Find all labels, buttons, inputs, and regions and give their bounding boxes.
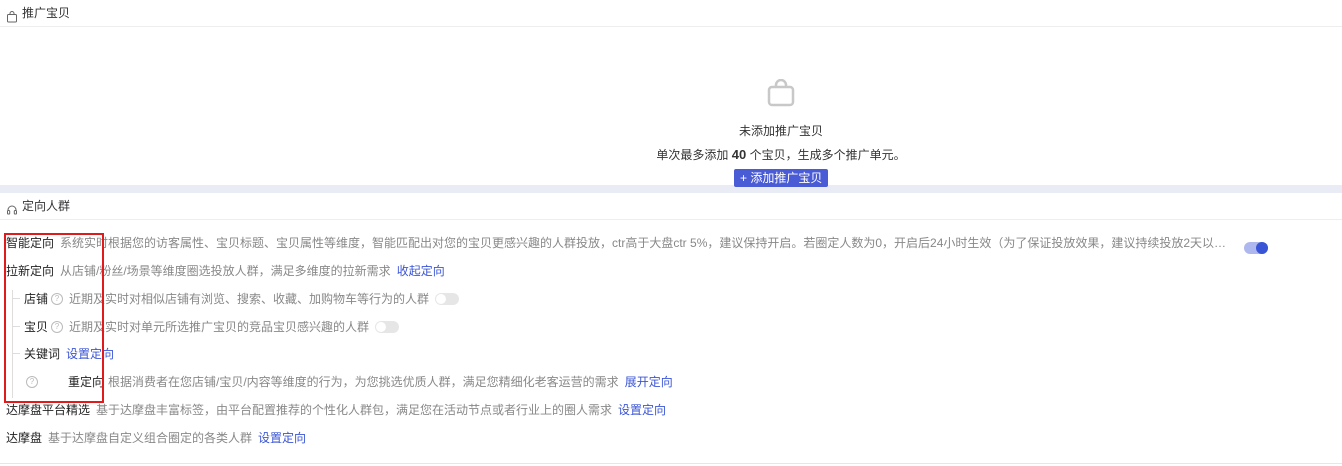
damo-select-set-link[interactable]: 设置定向 [618,401,666,418]
empty-desc-prefix: 单次最多添加 [656,148,732,162]
empty-bag-icon [767,78,795,107]
targeting-section: 定向人群 智能定向 系统实时根据您的访客属性、宝贝标题、宝贝属性等维度，智能匹配… [0,193,1342,460]
tree-branch [12,326,20,327]
keyword-set-targeting-link[interactable]: 设置定向 [66,345,114,362]
acquire-targeting-row: 拉新定向 从店铺/粉丝/场景等维度圈选投放人群，满足多维度的拉新需求 收起定向 [6,262,445,279]
promo-section-header: 推广宝贝 [0,0,1342,27]
collapse-targeting-link[interactable]: 收起定向 [397,262,445,279]
help-icon[interactable]: ? [26,375,38,388]
help-icon[interactable]: ? [51,292,64,305]
keyword-targeting-label: 关键词 [24,347,61,361]
promo-section: 推广宝贝 未添加推广宝贝 单次最多添加 40 个宝贝，生成多个推广单元。 + 添… [0,0,1342,187]
targeting-content: 智能定向 系统实时根据您的访客属性、宝贝标题、宝贝属性等维度，智能匹配出对您的宝… [0,220,1342,460]
retarget-row: ? 重定向 根据消费者在您店铺/宝贝/内容等维度的行为，为您挑选优质人群，满足您… [26,373,673,390]
damo-label: 达摩盘 [6,431,43,445]
add-promo-item-button[interactable]: + 添加推广宝贝 [734,169,829,187]
section-divider [0,185,1342,193]
damo-select-label: 达摩盘平台精选 [6,403,91,417]
empty-desc-suffix: 个宝贝，生成多个推广单元。 [746,148,906,162]
smart-targeting-desc: 系统实时根据您的访客属性、宝贝标题、宝贝属性等维度，智能匹配出对您的宝贝更感兴趣… [60,236,1227,250]
item-targeting-label: 宝贝 [24,320,49,334]
promo-section-title: 推广宝贝 [22,6,71,20]
item-targeting-row: 宝贝 ? 近期及实时对单元所选推广宝贝的竞品宝贝感兴趣的人群 [24,318,400,335]
item-targeting-desc: 近期及实时对单元所选推广宝贝的竞品宝贝感兴趣的人群 [69,320,370,334]
acquire-targeting-desc: 从店铺/粉丝/场景等维度圈选投放人群，满足多维度的拉新需求 [60,264,391,278]
bag-icon [6,7,18,23]
shop-targeting-desc: 近期及实时对相似店铺有浏览、搜索、收藏、加购物车等行为的人群 [69,292,430,306]
empty-description: 单次最多添加 40 个宝贝，生成多个推广单元。 [0,146,1342,163]
shop-targeting-label: 店铺 [24,292,49,306]
smart-targeting-label: 智能定向 [6,236,55,250]
promo-empty-state: 未添加推广宝贝 单次最多添加 40 个宝贝，生成多个推广单元。 + 添加推广宝贝 [0,27,1342,187]
retarget-label: 重定向 [68,375,105,389]
damo-row: 达摩盘 基于达摩盘自定义组合圈定的各类人群 设置定向 [6,429,306,446]
damo-desc: 基于达摩盘自定义组合圈定的各类人群 [48,431,253,445]
expand-targeting-link[interactable]: 展开定向 [625,373,673,390]
empty-desc-count: 40 [731,147,747,162]
retarget-desc: 根据消费者在您店铺/宝贝/内容等维度的行为，为您挑选优质人群，满足您精细化老客运… [108,375,619,389]
keyword-targeting-row: 关键词 设置定向 [24,345,114,362]
shop-targeting-row: 店铺 ? 近期及实时对相似店铺有浏览、搜索、收藏、加购物车等行为的人群 [24,290,460,307]
tree-branch [12,298,20,299]
smart-targeting-toggle[interactable] [1244,242,1268,254]
tree-connector [12,290,13,398]
item-targeting-toggle[interactable] [375,320,400,333]
empty-title: 未添加推广宝贝 [738,124,823,138]
bottom-divider [0,463,1342,464]
help-icon[interactable]: ? [51,320,64,333]
damo-select-row: 达摩盘平台精选 基于达摩盘丰富标签，由平台配置推荐的个性化人群包，满足您在活动节… [6,401,666,418]
targeting-section-title: 定向人群 [22,199,71,213]
smart-targeting-row: 智能定向 系统实时根据您的访客属性、宝贝标题、宝贝属性等维度，智能匹配出对您的宝… [6,234,1226,251]
damo-select-desc: 基于达摩盘丰富标签，由平台配置推荐的个性化人群包，满足您在活动节点或者行业上的圈… [96,403,613,417]
shop-targeting-toggle[interactable] [435,292,460,305]
targeting-section-header: 定向人群 [0,193,1342,220]
damo-set-link[interactable]: 设置定向 [258,429,306,446]
headset-icon [6,200,18,215]
tree-branch [12,353,20,354]
acquire-targeting-label: 拉新定向 [6,264,55,278]
